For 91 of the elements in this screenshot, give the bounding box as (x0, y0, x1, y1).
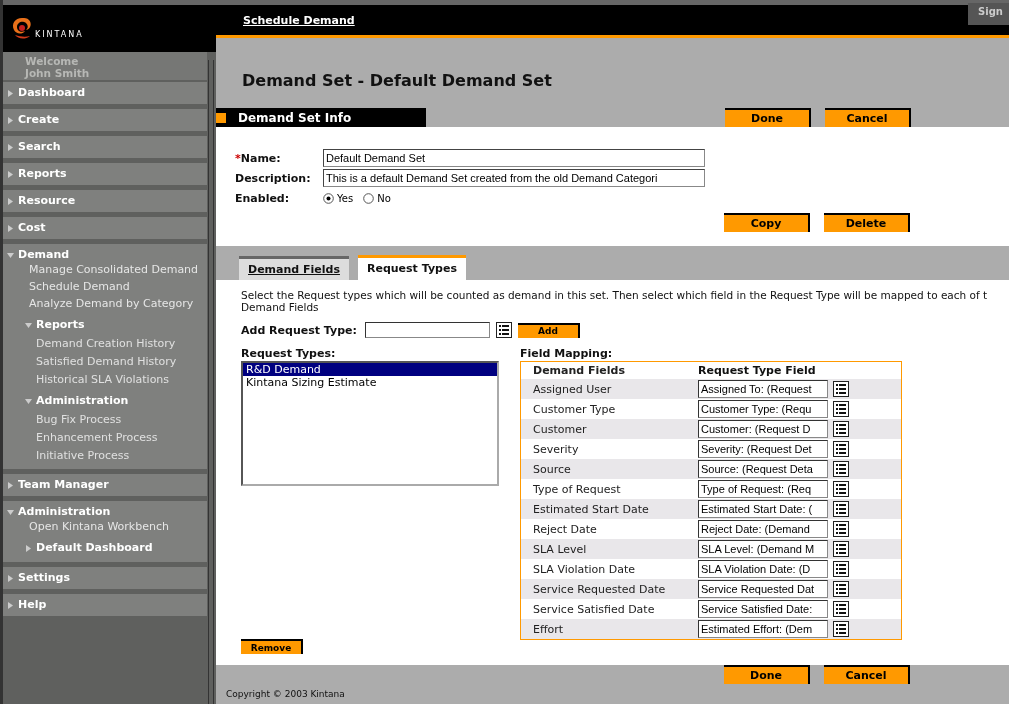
nav-subheader[interactable]: Reports (25, 318, 207, 332)
column-header: Request Type Field (698, 364, 816, 377)
table-cell-text: Service Requested Date (533, 582, 667, 596)
radio-button[interactable] (323, 192, 334, 204)
breadcrumb-link[interactable]: Schedule Demand (243, 13, 355, 27)
input-field[interactable]: Service Satisfied Date: (698, 600, 828, 618)
nav-header[interactable]: Resource (7, 194, 207, 208)
nav-subheader[interactable]: Default Dashboard (25, 541, 207, 555)
nav-header[interactable]: Team Manager (7, 478, 207, 492)
nav-header[interactable]: Cost (7, 221, 207, 235)
input-field[interactable]: Customer: (Request D (698, 420, 828, 438)
nav-header[interactable]: Settings (7, 571, 207, 585)
radio-label: Yes (337, 192, 354, 204)
mapping-label: Field Mapping: (520, 347, 613, 360)
list-icon[interactable] (833, 521, 849, 537)
input-field[interactable]: Customer Type: (Requ (698, 400, 828, 418)
add-button[interactable]: Add (517, 322, 580, 338)
table-cell-text: Customer (533, 422, 588, 436)
table-cell-text: Service Satisfied Date (533, 602, 656, 616)
action-button[interactable]: Copy (724, 213, 810, 232)
field-label: Add Request Type: (241, 323, 357, 337)
table-cell-text: SLA Violation Date (533, 562, 637, 576)
list-icon[interactable] (833, 581, 849, 597)
field-label: Enabled: (235, 191, 291, 205)
list-icon[interactable] (833, 621, 849, 637)
nav-header[interactable]: Search (7, 140, 207, 154)
list-item[interactable]: Kintana Sizing Estimate (243, 376, 497, 389)
input-field[interactable]: Service Requested Dat (698, 580, 828, 598)
tab[interactable]: Request Types (357, 255, 466, 280)
action-button[interactable]: Done (725, 108, 811, 127)
list-item[interactable]: R&D Demand (243, 363, 497, 376)
table-cell-text: Customer Type (533, 402, 617, 416)
action-button[interactable]: Cancel (825, 108, 911, 127)
input-field[interactable]: Source: (Request Deta (698, 460, 828, 478)
table-cell-text: SLA Level (533, 542, 588, 556)
input-field[interactable]: SLA Level: (Demand M (698, 540, 828, 558)
list-icon[interactable] (833, 401, 849, 417)
tab[interactable]: Demand Fields (239, 256, 349, 280)
nav-header[interactable]: Administration (7, 505, 207, 519)
radio-label: No (377, 192, 391, 204)
list-icon[interactable] (833, 441, 849, 457)
nav-header[interactable]: Reports (7, 167, 207, 181)
table-cell-text: Assigned User (533, 382, 613, 396)
copyright-text: Copyright © 2003 Kintana (226, 689, 346, 699)
list-label: Request Types: (241, 347, 337, 360)
logo-wordmark: KINTANA (35, 30, 84, 39)
list-icon[interactable] (495, 322, 512, 338)
input-field[interactable]: Assigned To: (Request (698, 380, 828, 398)
table-cell-text: Reject Date (533, 522, 598, 536)
input-field[interactable]: Reject Date: (Demand (698, 520, 828, 538)
instructions-text: Select the Request types which will be counted as demand in this set. Then select which field in the Request Type will be mapped to each of t Demand Fields (241, 289, 989, 313)
table-cell-text: Estimated Start Date (533, 502, 650, 516)
list-icon[interactable] (833, 561, 849, 577)
table-cell-text: Type of Request (533, 482, 622, 496)
input-field[interactable]: Estimated Start Date: ( (698, 500, 828, 518)
request-type-field[interactable] (364, 322, 490, 338)
input-field[interactable]: SLA Violation Date: (D (698, 560, 828, 578)
table-cell-text: Source (533, 462, 572, 476)
name-field[interactable]: Default Demand Set (323, 149, 705, 167)
table-cell-text: Severity (533, 442, 580, 456)
user-name: John Smith (25, 67, 91, 79)
input-field[interactable]: Type of Request: (Req (698, 480, 828, 498)
nav-header[interactable]: Demand (7, 248, 207, 262)
nav-header[interactable]: Dashboard (7, 86, 207, 100)
list-icon[interactable] (833, 501, 849, 517)
table-cell-text: Effort (533, 622, 565, 636)
field-label: *Name: (235, 151, 282, 165)
input-field[interactable]: Severity: (Request Det (698, 440, 828, 458)
welcome-text: Welcome (25, 55, 80, 67)
section-header: Demand Set Info (216, 108, 426, 127)
action-button[interactable]: Cancel (824, 665, 910, 684)
list-icon[interactable] (833, 541, 849, 557)
field-label: Description: (235, 171, 312, 185)
column-header: Demand Fields (533, 364, 626, 377)
list-icon[interactable] (833, 461, 849, 477)
nav-header[interactable]: Help (7, 598, 207, 612)
nav-subheader[interactable]: Administration (25, 394, 207, 408)
input-field[interactable]: Estimated Effort: (Dem (698, 620, 828, 638)
list-icon[interactable] (833, 381, 849, 397)
nav-header[interactable]: Create (7, 113, 207, 127)
list-icon[interactable] (833, 481, 849, 497)
list-icon[interactable] (833, 601, 849, 617)
request-types-list[interactable]: R&D Demand Kintana Sizing Estimate (241, 361, 499, 486)
description-field[interactable]: This is a default Demand Set created from the old Demand Categori (323, 169, 705, 187)
action-button[interactable]: Done (724, 665, 810, 684)
action-button[interactable]: Delete (824, 213, 910, 232)
list-icon[interactable] (833, 421, 849, 437)
remove-button[interactable]: Remove (241, 639, 303, 654)
sign-out-link[interactable]: Sign (968, 3, 1009, 25)
radio-button[interactable] (363, 192, 375, 204)
page-title: Demand Set - Default Demand Set (241, 70, 553, 92)
